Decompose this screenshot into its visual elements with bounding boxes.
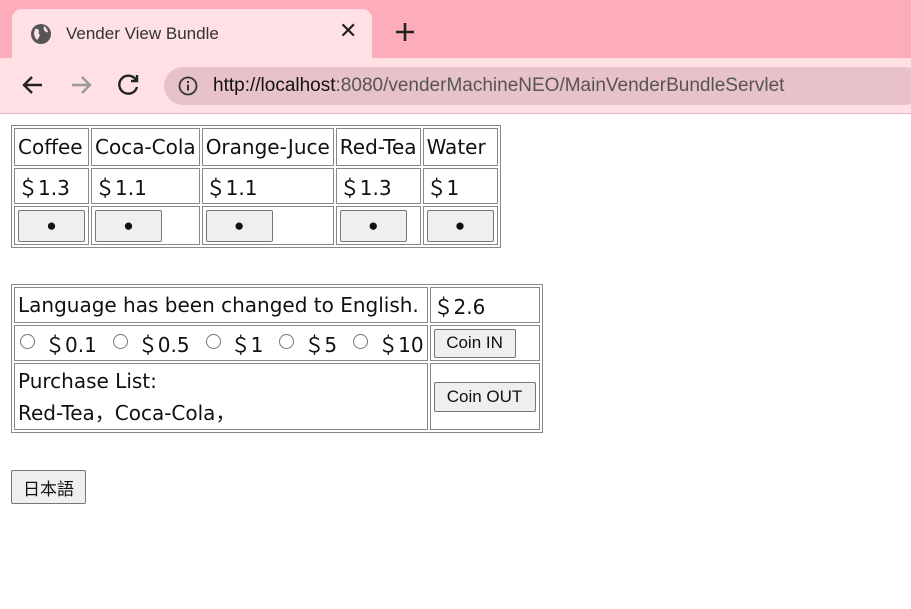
browser-tab[interactable]: Vender View Bundle ✕ (12, 9, 372, 58)
product-button-row: ● ● ● ● ● (14, 206, 498, 245)
buy-button-coca-cola[interactable]: ● (95, 209, 162, 242)
buy-cell: ● (14, 206, 89, 245)
coin-label: ＄10 (378, 332, 424, 357)
language-toggle-button[interactable]: 日本語 (11, 470, 86, 504)
tab-title: Vender View Bundle (66, 24, 219, 43)
coin-in-button[interactable]: Coin IN (433, 328, 516, 358)
product-name: Coca-Cola (91, 128, 200, 166)
coin-out-cell: Coin OUT (429, 363, 540, 430)
product-name: Water (422, 128, 498, 166)
new-tab-icon[interactable] (392, 19, 418, 45)
purchase-list-title: Purchase List: (18, 368, 157, 393)
coin-radio-0.1[interactable] (20, 333, 35, 349)
buy-button-orange-juce[interactable]: ● (205, 209, 273, 242)
buy-button-water[interactable]: ● (426, 209, 494, 242)
reload-icon[interactable] (116, 72, 142, 98)
buy-button-coffee[interactable]: ● (18, 209, 85, 242)
address-bar[interactable]: http://localhost:8080/venderMachineNEO/M… (164, 67, 911, 105)
coin-label: ＄5 (304, 332, 338, 357)
coin-row: ＄0.1 ＄0.5 ＄1 ＄5 ＄10 Coin IN (14, 325, 540, 361)
buy-cell: ● (422, 206, 498, 245)
buy-cell: ● (201, 206, 334, 245)
info-icon[interactable] (178, 76, 198, 96)
balance-display: ＄2.6 (429, 287, 540, 323)
product-price: ＄1.1 (201, 168, 334, 204)
coin-radio-5[interactable] (279, 333, 295, 349)
url-host: http://localhost (213, 75, 336, 96)
product-price: ＄1.3 (335, 168, 421, 204)
language-message: Language has been changed to English. (14, 287, 428, 323)
browser-toolbar: http://localhost:8080/venderMachineNEO/M… (0, 58, 911, 114)
coin-radio-1[interactable] (205, 333, 221, 349)
coin-options: ＄0.1 ＄0.5 ＄1 ＄5 ＄10 (14, 325, 428, 361)
status-row: Language has been changed to English. ＄2… (14, 287, 540, 323)
product-price: ＄1.3 (14, 168, 89, 204)
product-name: Orange-Juce (201, 128, 334, 166)
product-price: ＄1.1 (91, 168, 200, 204)
product-name: Red-Tea (335, 128, 421, 166)
page-content: Coffee Coca-Cola Orange-Juce Red-Tea Wat… (0, 114, 911, 609)
product-name-row: Coffee Coca-Cola Orange-Juce Red-Tea Wat… (14, 128, 498, 166)
buy-button-red-tea[interactable]: ● (339, 209, 407, 242)
back-icon[interactable] (20, 72, 46, 98)
close-tab-icon[interactable]: ✕ (339, 19, 357, 44)
product-price-row: ＄1.3 ＄1.1 ＄1.1 ＄1.3 ＄1 (14, 168, 498, 204)
tab-strip: Vender View Bundle ✕ (0, 0, 911, 58)
purchase-list: Purchase List: Red-Tea，Coca-Cola， (14, 363, 428, 430)
buy-cell: ● (91, 206, 200, 245)
globe-icon (31, 24, 51, 44)
product-table: Coffee Coca-Cola Orange-Juce Red-Tea Wat… (11, 125, 501, 248)
coin-radio-0.5[interactable] (112, 333, 128, 349)
coin-out-button[interactable]: Coin OUT (433, 381, 536, 412)
product-price: ＄1 (422, 168, 498, 204)
coin-in-cell: Coin IN (429, 325, 540, 361)
coin-label: ＄0.1 (45, 332, 97, 357)
forward-icon[interactable] (68, 72, 94, 98)
product-name: Coffee (14, 128, 89, 166)
coin-label: ＄1 (230, 332, 264, 357)
url-path: :8080/venderMachineNEO/MainVenderBundleS… (335, 75, 785, 96)
buy-cell: ● (335, 206, 421, 245)
purchase-list-items: Red-Tea，Coca-Cola， (18, 400, 236, 425)
coin-panel: Language has been changed to English. ＄2… (11, 284, 543, 433)
purchase-row: Purchase List: Red-Tea，Coca-Cola， Coin O… (14, 363, 540, 430)
url-text: http://localhost:8080/venderMachineNEO/M… (213, 75, 784, 97)
coin-radio-10[interactable] (353, 333, 369, 349)
coin-label: ＄0.5 (137, 332, 190, 357)
